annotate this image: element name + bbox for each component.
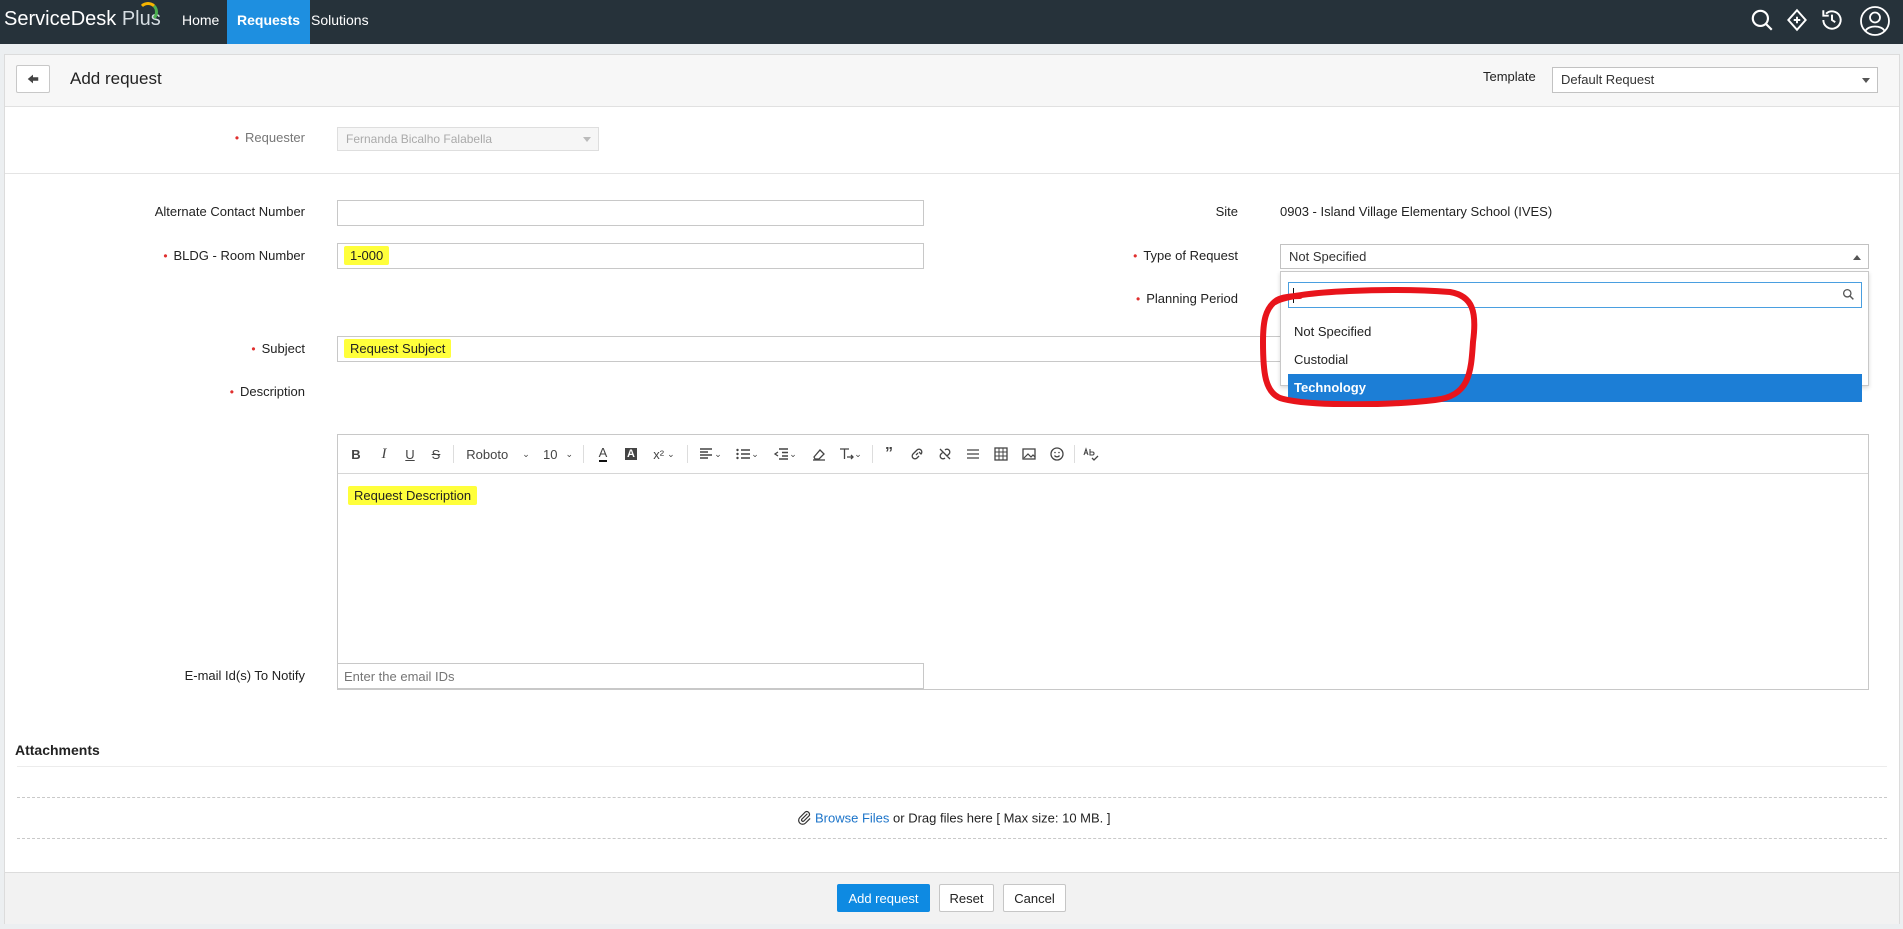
attachments-divider: [17, 766, 1887, 767]
editor-content[interactable]: Request Description: [348, 486, 478, 505]
align-icon[interactable]: ⌄: [694, 443, 726, 465]
chevron-up-icon: [1853, 254, 1861, 260]
room-number-input[interactable]: 1-000: [337, 243, 924, 269]
underline-icon[interactable]: U: [400, 443, 420, 465]
horizontal-line-icon[interactable]: [962, 443, 984, 465]
back-button[interactable]: [16, 65, 50, 93]
type-of-request-label: • Type of Request: [1133, 248, 1238, 263]
editor-toolbar: B I U S Roboto ⌄ 10 ⌄ A A x² ⌄ ⌄ ⌄ ⌄ ⌄ ”: [338, 435, 1868, 474]
file-dropzone[interactable]: Browse Files or Drag files here [ Max si…: [797, 810, 1111, 828]
indent-icon[interactable]: ⌄: [769, 443, 801, 465]
email-notify-label: E-mail Id(s) To Notify: [184, 668, 305, 683]
quote-icon[interactable]: ”: [878, 443, 900, 465]
emoji-icon[interactable]: [1046, 443, 1068, 465]
font-family-select[interactable]: Roboto ⌄: [462, 443, 534, 465]
required-marker: •: [1133, 249, 1138, 263]
add-request-button[interactable]: Add request: [837, 884, 930, 912]
email-notify-input[interactable]: [337, 663, 924, 689]
chevron-down-icon: ⌄: [522, 448, 530, 459]
toolbar-separator: [687, 445, 688, 463]
template-select[interactable]: Default Request: [1552, 67, 1878, 93]
browse-files-link[interactable]: Browse Files: [815, 810, 889, 825]
required-marker: •: [163, 249, 168, 263]
required-marker: •: [234, 131, 240, 145]
form-header: Add request Template Default Request: [5, 55, 1899, 107]
requester-label: • Requester: [234, 130, 305, 145]
chevron-down-icon: [1862, 78, 1870, 83]
description-editor[interactable]: B I U S Roboto ⌄ 10 ⌄ A A x² ⌄ ⌄ ⌄ ⌄ ⌄ ”…: [337, 434, 1869, 690]
image-icon[interactable]: [1018, 443, 1040, 465]
toolbar-separator: [583, 445, 584, 463]
chevron-down-icon: [583, 137, 591, 142]
subject-label: • Subject: [251, 341, 305, 356]
dropzone-bottom-border: [17, 838, 1887, 839]
section-divider: [5, 173, 1899, 174]
template-label: Template: [1483, 69, 1536, 84]
planning-period-label: • Planning Period: [1136, 291, 1238, 306]
text-color-icon[interactable]: A: [592, 443, 614, 465]
table-icon[interactable]: [990, 443, 1012, 465]
bold-icon[interactable]: B: [346, 443, 366, 465]
user-avatar-icon[interactable]: [1859, 5, 1891, 37]
page-title: Add request: [70, 69, 162, 88]
nav-solutions[interactable]: Solutions: [301, 0, 379, 44]
required-marker: •: [1136, 292, 1141, 306]
cancel-button[interactable]: Cancel: [1003, 884, 1066, 912]
strikethrough-icon[interactable]: S: [426, 443, 446, 465]
link-icon[interactable]: [906, 443, 928, 465]
search-icon: [1842, 288, 1855, 304]
paperclip-icon: [797, 810, 812, 828]
history-icon[interactable]: [1819, 7, 1847, 35]
top-navigation-bar: ServiceDesk Plus Home Requests Solutions: [0, 0, 1903, 44]
italic-icon[interactable]: I: [374, 443, 394, 465]
toolbar-separator: [872, 445, 873, 463]
toolbar-separator: [453, 445, 454, 463]
type-of-request-select[interactable]: Not Specified: [1280, 244, 1869, 269]
reset-button[interactable]: Reset: [939, 884, 994, 912]
chevron-down-icon: ⌄: [565, 448, 573, 459]
spellcheck-icon[interactable]: [1080, 443, 1102, 465]
quick-actions-icon[interactable]: [1784, 7, 1812, 35]
room-label: • BLDG - Room Number: [163, 248, 305, 263]
font-size-select[interactable]: 10 ⌄: [540, 443, 576, 465]
required-marker: •: [251, 342, 256, 356]
site-value: 0903 - Island Village Elementary School …: [1280, 204, 1553, 219]
nav-requests[interactable]: Requests: [227, 0, 311, 44]
alt-contact-input[interactable]: [337, 200, 924, 226]
requester-select[interactable]: Fernanda Bicalho Falabella: [337, 127, 599, 151]
logo-arc-icon: [138, 2, 158, 22]
form-footer: Add request Reset Cancel: [5, 872, 1899, 924]
text-direction-icon[interactable]: ⌄: [834, 443, 866, 465]
alt-contact-label: Alternate Contact Number: [154, 204, 305, 219]
highlight-color-icon[interactable]: A: [620, 443, 642, 465]
type-of-request-dropdown: Not Specified Custodial Technology: [1280, 271, 1869, 402]
site-label: Site: [1215, 204, 1238, 219]
superscript-icon[interactable]: x² ⌄: [648, 443, 680, 465]
dropdown-search-input[interactable]: [1288, 282, 1862, 308]
text-cursor: [1293, 288, 1294, 303]
required-marker: •: [229, 385, 234, 399]
back-arrow-icon: [27, 74, 39, 84]
dropdown-option-technology[interactable]: Technology: [1288, 374, 1862, 402]
add-request-form: Add request Template Default Request • Re…: [4, 54, 1900, 924]
attachments-title: Attachments: [15, 742, 100, 758]
toolbar-separator: [1074, 445, 1075, 463]
clear-format-icon[interactable]: [808, 443, 830, 465]
unlink-icon[interactable]: [934, 443, 956, 465]
search-icon[interactable]: [1749, 7, 1777, 35]
list-icon[interactable]: ⌄: [731, 443, 763, 465]
nav-home[interactable]: Home: [172, 0, 229, 44]
dropdown-option-custodial[interactable]: Custodial: [1288, 346, 1862, 373]
description-label: • Description: [229, 384, 305, 399]
dropdown-option-not-specified[interactable]: Not Specified: [1288, 318, 1862, 345]
dropzone-top-border: [17, 797, 1887, 798]
